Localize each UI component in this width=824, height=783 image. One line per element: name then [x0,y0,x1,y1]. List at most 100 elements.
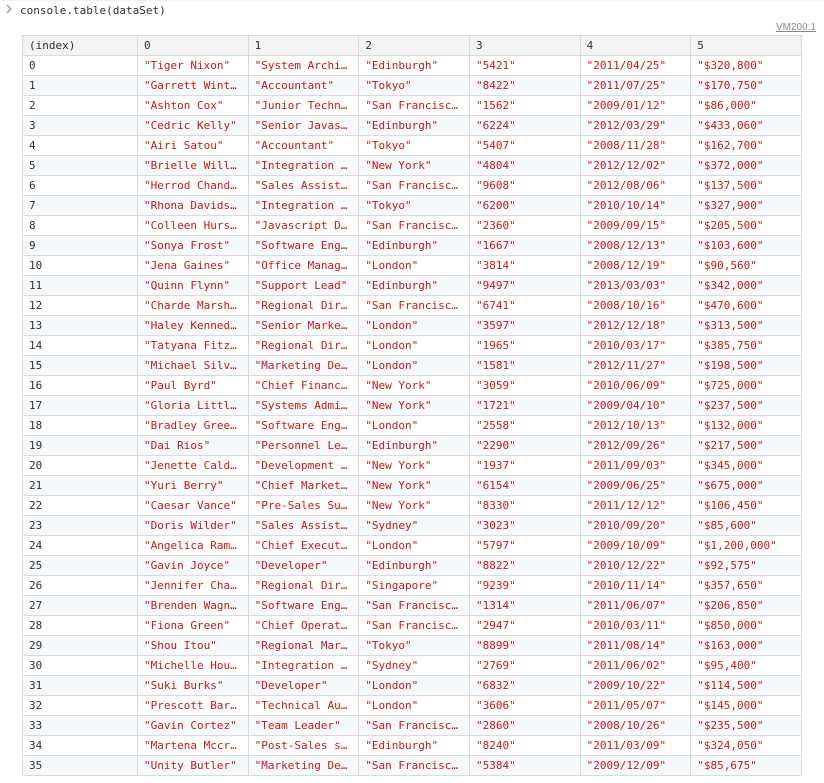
col-header-index[interactable]: (index) [23,36,138,56]
table-row: 20"Jenette Caldw…"Development L…"New Yor… [23,456,802,476]
cell-value: "Rhona Davidso… [138,196,249,216]
cell-value: "2009/01/12" [580,96,691,116]
cell-value: "2009/09/15" [580,216,691,236]
cell-value: "2011/12/12" [580,496,691,516]
cell-value: "Tokyo" [359,76,470,96]
cell-index: 6 [23,176,138,196]
cell-value: "1721" [469,396,580,416]
cell-value: "New York" [359,496,470,516]
cell-value: "$205,500" [691,216,802,236]
table-header-row: (index) 0 1 2 3 4 5 [23,36,802,56]
cell-index: 5 [23,156,138,176]
cell-value: "3606" [469,696,580,716]
table-row: 11"Quinn Flynn""Support Lead""Edinburgh"… [23,276,802,296]
col-header-2[interactable]: 2 [359,36,470,56]
col-header-1[interactable]: 1 [248,36,359,56]
cell-value: "$235,500" [691,716,802,736]
cell-value: "San Francisco" [359,216,470,236]
table-row: 31"Suki Burks""Developer""London""6832""… [23,676,802,696]
cell-index: 27 [23,596,138,616]
table-row: 12"Charde Marsha…"Regional Dire…"San Fra… [23,296,802,316]
cell-value: "Colleen Hurst" [138,216,249,236]
cell-value: "2860" [469,716,580,736]
cell-value: "$170,750" [691,76,802,96]
cell-value: "Team Leader" [248,716,359,736]
cell-value: "2012/03/29" [580,116,691,136]
cell-value: "Haley Kennedy" [138,316,249,336]
console-prompt-line: console.table(dataSet) [0,0,824,20]
cell-index: 30 [23,656,138,676]
cell-value: "Regional Mark… [248,636,359,656]
col-header-4[interactable]: 4 [580,36,691,56]
cell-value: "Singapore" [359,576,470,596]
cell-value: "$237,500" [691,396,802,416]
cell-value: "$90,560" [691,256,802,276]
cell-value: "2010/10/14" [580,196,691,216]
cell-index: 3 [23,116,138,136]
cell-value: "Jennifer Chan… [138,576,249,596]
cell-index: 4 [23,136,138,156]
cell-value: "New York" [359,456,470,476]
cell-value: "2012/09/26" [580,436,691,456]
cell-value: "$385,750" [691,336,802,356]
cell-value: "Office Manage… [248,256,359,276]
cell-value: "5407" [469,136,580,156]
cell-value: "8422" [469,76,580,96]
cell-value: "$217,500" [691,436,802,456]
cell-value: "$675,000" [691,476,802,496]
cell-value: "$345,000" [691,456,802,476]
col-header-0[interactable]: 0 [138,36,249,56]
cell-value: "2010/11/14" [580,576,691,596]
cell-index: 2 [23,96,138,116]
cell-value: "Integration S… [248,196,359,216]
cell-value: "Marketing Des… [248,356,359,376]
cell-value: "2012/12/18" [580,316,691,336]
cell-value: "9239" [469,576,580,596]
cell-value: "$320,800" [691,56,802,76]
cell-value: "Fiona Green" [138,616,249,636]
cell-value: "2011/07/25" [580,76,691,96]
cell-value: "London" [359,256,470,276]
cell-value: "Technical Aut… [248,696,359,716]
cell-value: "$327,900" [691,196,802,216]
cell-value: "London" [359,536,470,556]
cell-value: "Brenden Wagne… [138,596,249,616]
cell-value: "2947" [469,616,580,636]
cell-value: "Gavin Joyce" [138,556,249,576]
chevron-right-icon [6,4,14,17]
cell-value: "2010/09/20" [580,516,691,536]
cell-value: "1667" [469,236,580,256]
cell-value: "2010/03/17" [580,336,691,356]
table-row: 8"Colleen Hurst""Javascript De…"San Fran… [23,216,802,236]
cell-value: "Gloria Little" [138,396,249,416]
cell-value: "$106,450" [691,496,802,516]
cell-value: "Shou Itou" [138,636,249,656]
cell-value: "$86,000" [691,96,802,116]
cell-value: "2011/04/25" [580,56,691,76]
cell-value: "$85,675" [691,756,802,776]
cell-index: 19 [23,436,138,456]
cell-value: "Javascript De… [248,216,359,236]
cell-value: "Software Engi… [248,236,359,256]
cell-value: "2012/10/13" [580,416,691,436]
cell-value: "London" [359,356,470,376]
cell-value: "2009/12/09" [580,756,691,776]
cell-value: "Regional Dire… [248,296,359,316]
source-link[interactable]: VM200:1 [776,22,824,33]
cell-value: "Developer" [248,556,359,576]
cell-value: "London" [359,676,470,696]
cell-value: "Regional Dire… [248,336,359,356]
col-header-3[interactable]: 3 [469,36,580,56]
cell-value: "Integration S… [248,656,359,676]
cell-value: "New York" [359,376,470,396]
col-header-5[interactable]: 5 [691,36,802,56]
cell-value: "Sydney" [359,656,470,676]
cell-value: "Chief Executi… [248,536,359,556]
table-row: 17"Gloria Little""Systems Admin…"New Yor… [23,396,802,416]
cell-value: "6154" [469,476,580,496]
cell-value: "New York" [359,476,470,496]
cell-value: "Software Engi… [248,596,359,616]
cell-value: "Angelica Ramo… [138,536,249,556]
cell-value: "San Francisco" [359,296,470,316]
table-row: 5"Brielle Willi…"Integration S…"New York… [23,156,802,176]
